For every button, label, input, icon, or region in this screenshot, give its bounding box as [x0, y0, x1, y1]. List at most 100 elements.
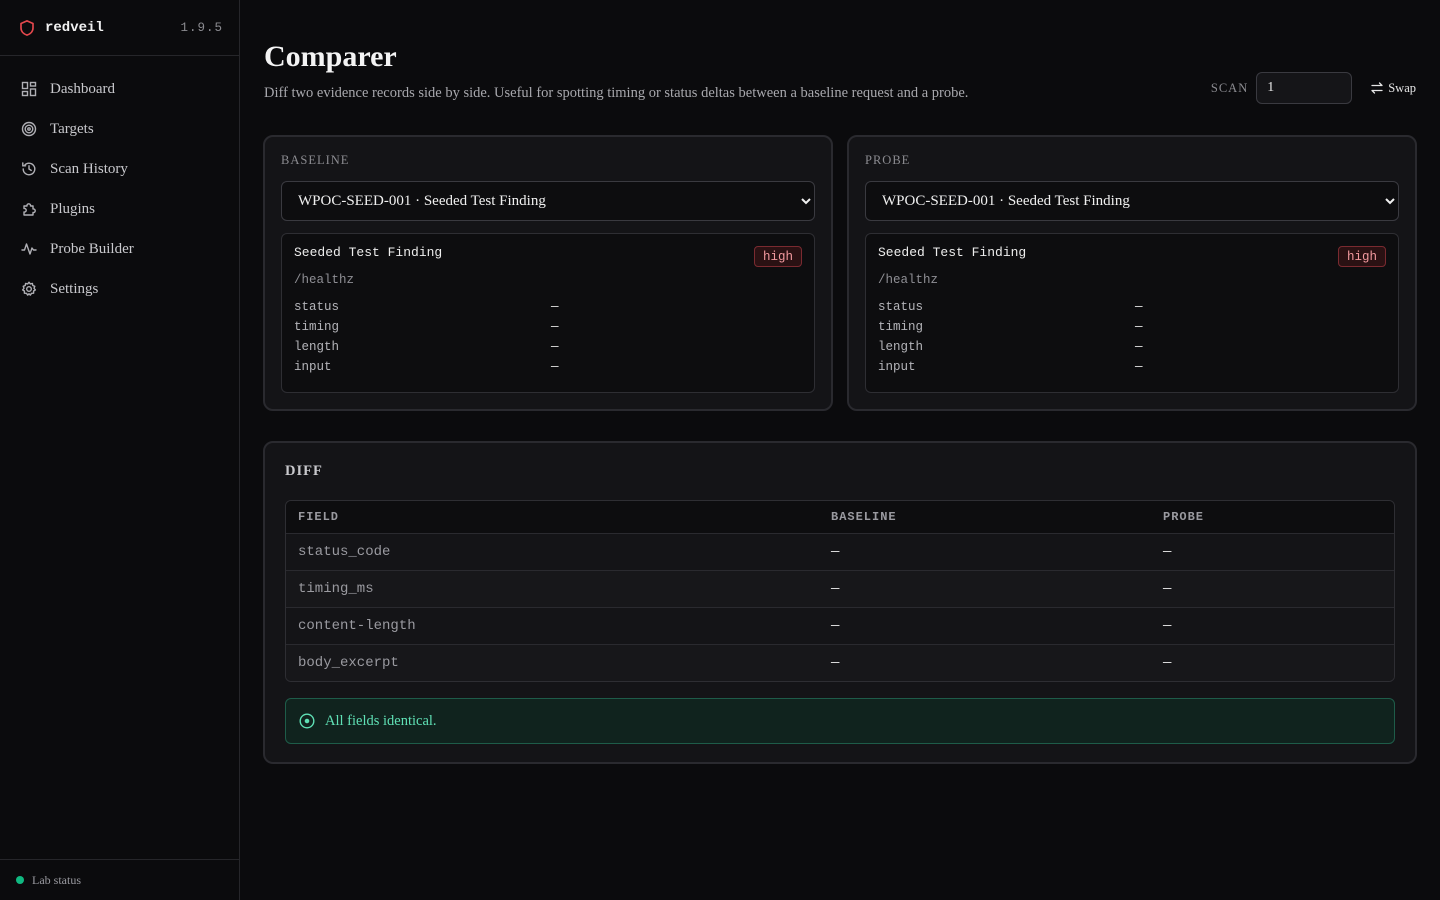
sidebar-item-label: Plugins: [50, 200, 96, 217]
sidebar-item-label: Probe Builder: [50, 240, 134, 257]
scan-label: SCAN: [1210, 80, 1249, 95]
field-value: —: [551, 320, 559, 334]
history-icon: [21, 161, 37, 177]
record-field-row: length —: [878, 337, 1386, 357]
field-key: input: [294, 360, 332, 374]
column-header-baseline: BASELINE: [831, 510, 897, 524]
cell-probe: —: [1163, 618, 1172, 634]
sidebar-item-label: Dashboard: [50, 80, 115, 97]
record-field-row: length —: [294, 337, 802, 357]
notice-text: All fields identical.: [325, 712, 437, 729]
severity-badge: high: [753, 246, 802, 267]
field-key: status: [878, 300, 924, 314]
cell-field: status_code: [298, 544, 391, 560]
field-value: —: [1135, 360, 1143, 374]
table-row: content-length — —: [286, 607, 1394, 644]
gear-icon: [21, 281, 37, 297]
record-fields: status — timing — length — input —: [294, 297, 802, 377]
field-key: timing: [294, 320, 340, 334]
field-value: —: [1135, 320, 1143, 334]
record-field-row: input —: [878, 357, 1386, 377]
record-title: Seeded Test Finding: [294, 245, 443, 260]
table-body: status_code — — timing_ms — — content-le…: [286, 533, 1394, 681]
cell-probe: —: [1163, 655, 1172, 671]
record-field-row: timing —: [878, 317, 1386, 337]
record-field-row: input —: [294, 357, 802, 377]
diff-title: DIFF: [285, 463, 323, 479]
swap-arrows-icon: [1370, 81, 1384, 95]
sidebar-item-dashboard[interactable]: Dashboard: [0, 69, 239, 109]
cell-field: timing_ms: [298, 581, 374, 597]
swap-button[interactable]: Swap: [1370, 81, 1416, 96]
probe-panel: PROBE WPOC-SEED-001 · Seeded Test Findin…: [847, 135, 1417, 411]
cell-probe: —: [1163, 544, 1172, 560]
sidebar-item-label: Scan History: [50, 160, 128, 177]
field-value: —: [551, 340, 559, 354]
waveform-icon: [21, 241, 37, 257]
field-key: length: [878, 340, 924, 354]
record-field-row: timing —: [294, 317, 802, 337]
baseline-panel: BASELINE WPOC-SEED-001 · Seeded Test Fin…: [263, 135, 833, 411]
lab-status[interactable]: Lab status: [0, 859, 239, 900]
sidebar-item-targets[interactable]: Targets: [0, 109, 239, 149]
field-value: —: [551, 360, 559, 374]
sidebar-item-label: Targets: [50, 120, 94, 137]
status-dot-icon: [16, 876, 24, 884]
cell-baseline: —: [831, 618, 840, 634]
record-field-row: status —: [878, 297, 1386, 317]
puzzle-icon: [21, 201, 37, 217]
page-description: Diff two evidence records side by side. …: [264, 85, 969, 101]
probe-select[interactable]: WPOC-SEED-001 · Seeded Test Finding: [865, 181, 1399, 221]
app-name: redveil: [45, 19, 104, 36]
baseline-select[interactable]: WPOC-SEED-001 · Seeded Test Finding: [281, 181, 815, 221]
table-row: timing_ms — —: [286, 570, 1394, 607]
lab-status-label: Lab status: [32, 872, 81, 887]
column-header-field: FIELD: [298, 510, 340, 524]
sidebar-item-probe-builder[interactable]: Probe Builder: [0, 229, 239, 269]
sidebar-nav: Dashboard Targets Scan History Plugins P…: [0, 56, 239, 309]
sidebar: redveil 1.9.5 Dashboard Targets Scan His…: [0, 0, 240, 900]
cell-baseline: —: [831, 655, 840, 671]
probe-record-card: Seeded Test Finding high /healthz status…: [865, 233, 1399, 393]
app-version: 1.9.5: [180, 20, 223, 35]
swap-label: Swap: [1388, 80, 1416, 95]
sidebar-item-settings[interactable]: Settings: [0, 269, 239, 309]
identical-notice: All fields identical.: [285, 698, 1395, 744]
sidebar-item-plugins[interactable]: Plugins: [0, 189, 239, 229]
record-fields: status — timing — length — input —: [878, 297, 1386, 377]
check-circle-icon: [299, 713, 315, 729]
field-value: —: [551, 300, 559, 314]
diff-table: FIELD BASELINE PROBE status_code — — tim…: [285, 500, 1395, 682]
brand: redveil 1.9.5: [0, 0, 239, 56]
cell-field: content-length: [298, 618, 416, 634]
field-key: length: [294, 340, 340, 354]
field-value: —: [1135, 300, 1143, 314]
cell-probe: —: [1163, 581, 1172, 597]
column-header-probe: PROBE: [1163, 510, 1205, 524]
table-header: FIELD BASELINE PROBE: [286, 501, 1394, 533]
shield-logo-icon: [18, 19, 36, 37]
field-value: —: [1135, 340, 1143, 354]
scan-controls: SCAN Swap: [1211, 72, 1416, 104]
main-content: Comparer Diff two evidence records side …: [240, 0, 1440, 900]
table-row: status_code — —: [286, 533, 1394, 570]
dashboard-icon: [21, 81, 37, 97]
record-path: /healthz: [294, 273, 355, 287]
record-path: /healthz: [878, 273, 939, 287]
sidebar-item-scan-history[interactable]: Scan History: [0, 149, 239, 189]
severity-badge: high: [1337, 246, 1386, 267]
diff-panel: DIFF FIELD BASELINE PROBE status_code — …: [263, 441, 1417, 764]
baseline-label: BASELINE: [281, 153, 350, 167]
sidebar-item-label: Settings: [50, 280, 99, 297]
record-title: Seeded Test Finding: [878, 245, 1027, 260]
table-row: body_excerpt — —: [286, 644, 1394, 681]
probe-label: PROBE: [865, 153, 911, 167]
field-key: input: [878, 360, 916, 374]
field-key: timing: [878, 320, 924, 334]
baseline-record-card: Seeded Test Finding high /healthz status…: [281, 233, 815, 393]
field-key: status: [294, 300, 340, 314]
cell-baseline: —: [831, 581, 840, 597]
record-field-row: status —: [294, 297, 802, 317]
scan-input[interactable]: [1256, 72, 1353, 104]
target-icon: [21, 121, 37, 137]
